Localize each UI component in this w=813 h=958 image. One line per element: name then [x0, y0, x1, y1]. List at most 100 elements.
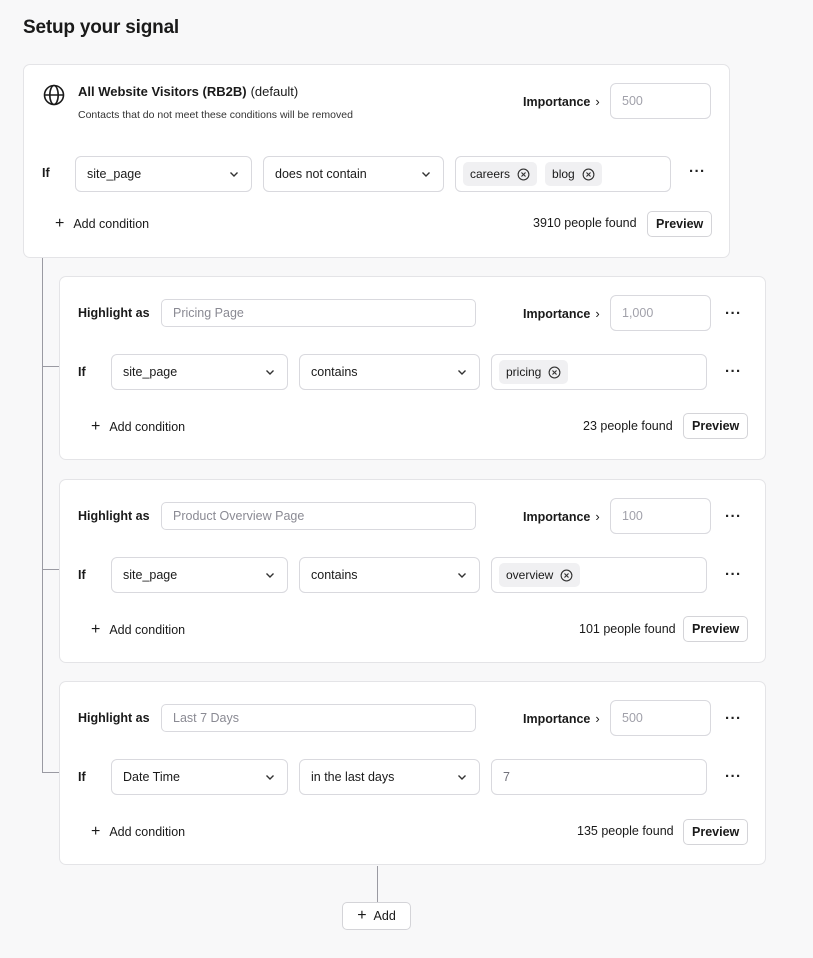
add-condition-button[interactable]: + Add condition [91, 823, 185, 841]
preview-button[interactable]: Preview [683, 616, 749, 642]
field-select[interactable]: site_page [75, 156, 252, 192]
preview-button[interactable]: Preview [647, 211, 713, 237]
tree-line-branch-1 [42, 366, 60, 367]
tag-label: overview [506, 568, 554, 582]
more-horizontal-icon[interactable]: ··· [725, 509, 742, 524]
tag-label: pricing [506, 365, 542, 379]
tag-label: careers [470, 167, 511, 181]
circle-x-icon[interactable] [582, 168, 595, 181]
chevron-down-icon [458, 573, 466, 578]
chevron-right-icon: › [595, 711, 600, 726]
days-value-input[interactable]: 7 [491, 759, 707, 795]
add-label: Add [373, 909, 396, 923]
if-label: If [78, 365, 86, 379]
plus-icon: + [357, 907, 367, 924]
circle-x-icon[interactable] [517, 168, 530, 181]
field-select-value: site_page [123, 365, 178, 379]
more-horizontal-icon[interactable]: ··· [725, 306, 742, 321]
add-highlight-button[interactable]: + Add [342, 902, 411, 930]
importance-label-text: Importance [523, 509, 591, 524]
circle-x-icon[interactable] [560, 569, 573, 582]
chevron-down-icon [230, 172, 238, 177]
highlight-name-input[interactable]: Last 7 Days [161, 704, 476, 732]
chevron-right-icon: › [595, 94, 600, 109]
field-select-value: Date Time [123, 770, 180, 784]
highlight-as-label: Highlight as [78, 711, 150, 725]
add-condition-button[interactable]: + Add condition [91, 621, 185, 639]
more-horizontal-icon[interactable]: ··· [725, 711, 742, 726]
field-select-value: site_page [87, 167, 142, 181]
field-select[interactable]: site_page [111, 557, 288, 593]
value-tag-input[interactable]: careers blog [455, 156, 671, 192]
tree-line-add [377, 866, 378, 902]
if-label: If [42, 166, 50, 180]
plus-icon: + [91, 621, 101, 638]
importance-label-text: Importance [523, 306, 591, 321]
importance-label-text: Importance [523, 711, 591, 726]
tag-chip: blog [545, 162, 602, 186]
importance-input[interactable]: 500 [610, 83, 711, 119]
tree-line-vertical [42, 258, 43, 773]
operator-select[interactable]: in the last days [299, 759, 480, 795]
chevron-down-icon [458, 370, 466, 375]
value-tag-input[interactable]: overview [491, 557, 707, 593]
tag-label: blog [552, 167, 575, 181]
highlight-as-label: Highlight as [78, 509, 150, 523]
if-label: If [78, 568, 86, 582]
chevron-down-icon [458, 775, 466, 780]
plus-icon: + [91, 418, 101, 435]
add-condition-label: Add condition [109, 825, 186, 839]
base-signal-name: All Website Visitors (RB2B) [78, 84, 247, 99]
highlight-card: Highlight as Last 7 Days Importance › 500… [59, 681, 766, 865]
highlight-name-input[interactable]: Pricing Page [161, 299, 476, 327]
importance-label: Importance › [523, 509, 600, 524]
more-horizontal-icon[interactable]: ··· [725, 567, 742, 582]
value-tag-input[interactable]: pricing [491, 354, 707, 390]
operator-select-value: contains [311, 365, 358, 379]
default-label: (default) [250, 84, 299, 99]
highlight-name-input[interactable]: Product Overview Page [161, 502, 476, 530]
operator-select[interactable]: does not contain [263, 156, 444, 192]
importance-input[interactable]: 100 [610, 498, 711, 534]
add-condition-label: Add condition [109, 623, 186, 637]
importance-input[interactable]: 1,000 [610, 295, 711, 331]
highlight-card: Highlight as Pricing Page Importance › 1,… [59, 276, 766, 460]
plus-icon: + [91, 823, 101, 840]
globe-icon [42, 83, 66, 107]
chevron-down-icon [266, 370, 274, 375]
base-signal-title: All Website Visitors (RB2B) (default) [78, 84, 298, 99]
preview-button[interactable]: Preview [683, 819, 749, 845]
importance-label: Importance › [523, 711, 600, 726]
people-found-count: 135 people found [577, 824, 674, 838]
importance-label: Importance › [523, 94, 600, 109]
page-title: Setup your signal [23, 17, 180, 38]
circle-x-icon[interactable] [548, 366, 561, 379]
tag-chip: careers [463, 162, 538, 186]
if-label: If [78, 770, 86, 784]
chevron-right-icon: › [595, 306, 600, 321]
field-select[interactable]: site_page [111, 354, 288, 390]
field-select[interactable]: Date Time [111, 759, 288, 795]
more-horizontal-icon[interactable]: ··· [725, 769, 742, 784]
base-signal-card: All Website Visitors (RB2B) (default) Con… [23, 64, 730, 258]
tag-chip: overview [499, 563, 581, 587]
add-condition-button[interactable]: + Add condition [91, 418, 185, 436]
operator-select-value: in the last days [311, 770, 395, 784]
plus-icon: + [55, 215, 65, 232]
add-condition-label: Add condition [73, 217, 150, 231]
tree-line-branch-3 [42, 772, 60, 773]
more-horizontal-icon[interactable]: ··· [689, 164, 706, 179]
more-horizontal-icon[interactable]: ··· [725, 364, 742, 379]
base-signal-subtitle: Contacts that do not meet these conditio… [78, 109, 353, 121]
importance-label: Importance › [523, 306, 600, 321]
people-found-count: 3910 people found [533, 216, 637, 230]
preview-button[interactable]: Preview [683, 413, 749, 439]
add-condition-button[interactable]: + Add condition [55, 215, 149, 233]
people-found-count: 23 people found [583, 419, 673, 433]
importance-input[interactable]: 500 [610, 700, 711, 736]
operator-select-value: does not contain [275, 167, 367, 181]
tag-chip: pricing [499, 360, 569, 384]
operator-select[interactable]: contains [299, 557, 480, 593]
operator-select[interactable]: contains [299, 354, 480, 390]
operator-select-value: contains [311, 568, 358, 582]
